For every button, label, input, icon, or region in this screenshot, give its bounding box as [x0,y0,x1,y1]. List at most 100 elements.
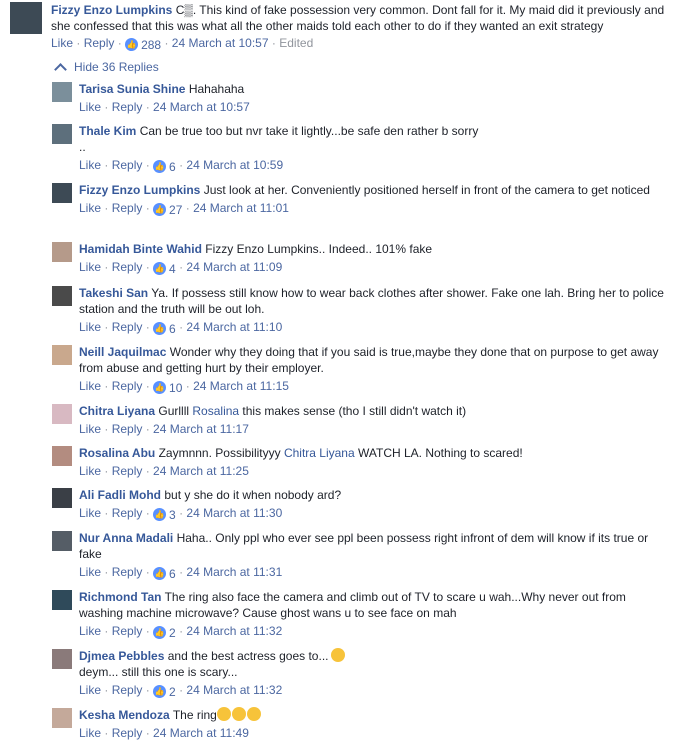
like-link[interactable]: Like [79,464,101,478]
reply-text: Just look at her. Conveniently positione… [203,183,650,197]
mention-link[interactable]: Rosalina [192,404,239,418]
grin-emoji-icon [216,707,231,721]
hide-replies-button[interactable]: Hide 36 Replies [54,60,159,76]
reply-text: Gurllll [158,404,193,418]
reply-author[interactable]: Hamidah Binte Wahid [79,242,202,256]
reply-text: The ring [172,708,217,722]
avatar[interactable] [52,183,72,203]
avatar[interactable] [10,2,42,34]
reply-link[interactable]: Reply [112,624,143,638]
avatar[interactable] [52,124,72,144]
like-link[interactable]: Like [79,260,101,274]
like-count[interactable]: 👍 4 [153,261,176,277]
reply-author[interactable]: Takeshi San [79,286,148,300]
like-link[interactable]: Like [79,506,101,520]
timestamp[interactable]: 24 March at 11:32 [186,683,282,697]
reply-text: The ring also face the camera and climb … [79,590,626,620]
reply-author[interactable]: Fizzy Enzo Lumpkins [79,183,200,197]
avatar[interactable] [52,82,72,102]
timestamp[interactable]: 24 March at 11:49 [153,726,249,740]
timestamp[interactable]: 24 March at 11:09 [186,260,282,274]
reply-link[interactable]: Reply [112,260,143,274]
like-count[interactable]: 👍 2 [153,625,176,641]
reply-author[interactable]: Thale Kim [79,124,136,138]
like-link[interactable]: Like [79,565,101,579]
timestamp[interactable]: 24 March at 10:57 [172,36,269,50]
like-link[interactable]: Like [79,201,101,215]
edited-label[interactable]: Edited [279,36,313,50]
avatar[interactable] [52,446,72,466]
like-link[interactable]: Like [51,36,73,50]
reply-text: Can be true too but nvr take it lightly.… [139,124,479,138]
timestamp[interactable]: 24 March at 11:15 [193,379,289,393]
avatar[interactable] [52,404,72,424]
timestamp[interactable]: 24 March at 10:57 [153,100,250,114]
reply-author[interactable]: Chitra Liyana [79,404,155,418]
like-link[interactable]: Like [79,624,101,638]
timestamp[interactable]: 24 March at 10:59 [186,158,283,172]
reply-link[interactable]: Reply [112,422,143,436]
like-link[interactable]: Like [79,683,101,697]
thumbs-up-icon: 👍 [153,567,167,580]
reply-author[interactable]: Neill Jaquilmac [79,345,166,359]
like-count[interactable]: 👍 288 [125,37,161,53]
reply-link[interactable]: Reply [112,726,143,740]
reply-link[interactable]: Reply [112,379,143,393]
reply-link[interactable]: Reply [112,464,143,478]
timestamp[interactable]: 24 March at 11:01 [193,201,289,215]
timestamp[interactable]: 24 March at 11:32 [186,624,282,638]
reply-link[interactable]: Reply [84,36,115,50]
like-count[interactable]: 👍 6 [153,566,176,582]
like-link[interactable]: Like [79,158,101,172]
timestamp[interactable]: 24 March at 11:30 [186,506,282,520]
avatar[interactable] [52,242,72,262]
timestamp[interactable]: 24 March at 11:17 [153,422,249,436]
reply-text: Zaymnnn. Possibilityyy [158,446,284,460]
reply-author[interactable]: Richmond Tan [79,590,161,604]
reply-author[interactable]: Ali Fadli Mohd [79,488,161,502]
like-link[interactable]: Like [79,422,101,436]
reply-text: Fizzy Enzo Lumpkins.. Indeed.. 101% fake [205,242,433,256]
reply-author[interactable]: Kesha Mendoza [79,708,170,722]
timestamp[interactable]: 24 March at 11:10 [186,320,282,334]
avatar[interactable] [52,590,72,610]
reply-author[interactable]: Djmea Pebbles [79,649,164,663]
avatar[interactable] [52,286,72,306]
thumbs-up-icon: 👍 [153,160,167,173]
reply-text: Ya. If possess still know how to wear ba… [79,286,664,316]
avatar[interactable] [52,708,72,728]
reply-link[interactable]: Reply [112,100,143,114]
mention-link[interactable]: Chitra Liyana [284,446,355,460]
like-link[interactable]: Like [79,320,101,334]
avatar[interactable] [52,649,72,669]
reply-link[interactable]: Reply [112,158,143,172]
reply-link[interactable]: Reply [112,201,143,215]
like-count[interactable]: 👍 3 [153,507,176,523]
like-count[interactable]: 👍 27 [153,202,182,218]
avatar[interactable] [52,531,72,551]
like-link[interactable]: Like [79,379,101,393]
comment-author[interactable]: Fizzy Enzo Lumpkins [51,3,172,17]
avatar[interactable] [52,488,72,508]
like-link[interactable]: Like [79,100,101,114]
like-count[interactable]: 👍 6 [153,321,176,337]
reply-link[interactable]: Reply [112,683,143,697]
like-count[interactable]: 👍 2 [153,684,176,700]
reply-author[interactable]: Tarisa Sunia Shine [79,82,185,96]
reply-author[interactable]: Nur Anna Madali [79,531,173,545]
like-count[interactable]: 👍 10 [153,380,182,396]
grin-emoji-icon [231,707,246,721]
reply-author[interactable]: Rosalina Abu [79,446,155,460]
reply-link[interactable]: Reply [112,320,143,334]
timestamp[interactable]: 24 March at 11:31 [186,565,282,579]
reply-link[interactable]: Reply [112,506,143,520]
thumbs-up-icon: 👍 [153,685,167,698]
like-link[interactable]: Like [79,726,101,740]
reply-link[interactable]: Reply [112,565,143,579]
avatar[interactable] [52,345,72,365]
chevron-up-icon [54,62,67,76]
reply-text-line: deym... still this one is scary... [79,665,238,679]
thumbs-up-icon: 👍 [125,38,139,51]
timestamp[interactable]: 24 March at 11:25 [153,464,249,478]
like-count[interactable]: 👍 6 [153,159,176,175]
